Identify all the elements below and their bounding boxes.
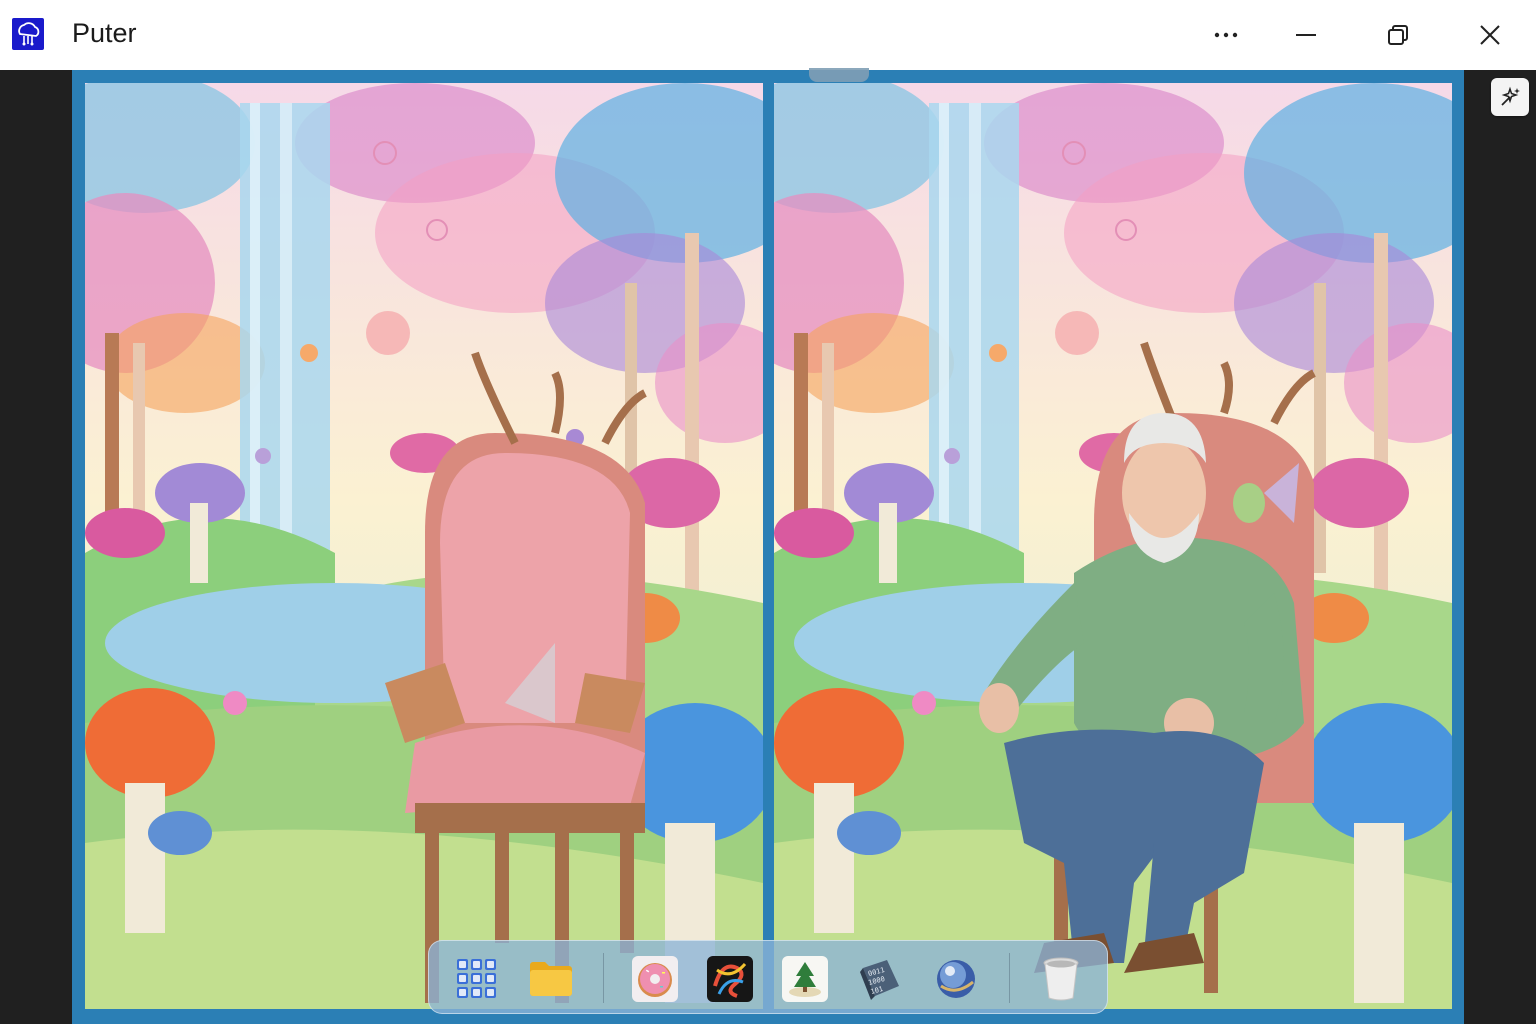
donut-icon — [632, 956, 678, 1002]
browser-app-button[interactable] — [932, 955, 980, 1003]
globe-icon — [937, 960, 975, 998]
image-left-empty-chair — [85, 83, 763, 1009]
swirl-art-icon — [707, 956, 753, 1002]
puter-logo-icon — [12, 18, 44, 50]
restore-icon — [1388, 25, 1408, 45]
folder-icon — [530, 962, 572, 996]
ellipsis-icon — [1214, 32, 1238, 38]
more-options-button[interactable] — [1204, 14, 1248, 56]
split-drag-handle[interactable] — [809, 68, 869, 82]
close-button[interactable] — [1468, 14, 1512, 56]
minimize-icon — [1296, 34, 1316, 36]
pine-tree-icon — [782, 956, 828, 1002]
sparkle-pen-icon — [1501, 86, 1520, 106]
trash-button[interactable] — [1037, 955, 1085, 1003]
window-content — [0, 68, 1536, 1024]
donut-app-button[interactable] — [631, 955, 679, 1003]
image-right-man-on-chair — [774, 83, 1452, 1009]
grid-icon — [457, 959, 496, 998]
window-title: Puter — [72, 18, 137, 48]
binary-app-button[interactable]: 0011 1000 101 — [856, 955, 904, 1003]
swirl-art-app-button[interactable] — [706, 955, 754, 1003]
dock-separator — [603, 953, 604, 1003]
image-canvas[interactable] — [72, 68, 1464, 1024]
close-icon — [1480, 25, 1500, 45]
app-launcher-button[interactable] — [453, 955, 501, 1003]
dock-separator — [1009, 953, 1010, 1003]
trash-icon — [1043, 957, 1079, 1001]
binary-cube-icon: 0011 1000 101 — [860, 960, 899, 1000]
minimize-button[interactable] — [1284, 14, 1328, 56]
restore-button[interactable] — [1376, 14, 1420, 56]
file-explorer-button[interactable] — [527, 955, 575, 1003]
taskbar-dock: 0011 1000 101 — [428, 940, 1108, 1014]
tree-app-button[interactable] — [781, 955, 829, 1003]
ai-sparkle-button[interactable] — [1491, 78, 1529, 116]
window-titlebar: Puter — [0, 0, 1536, 70]
